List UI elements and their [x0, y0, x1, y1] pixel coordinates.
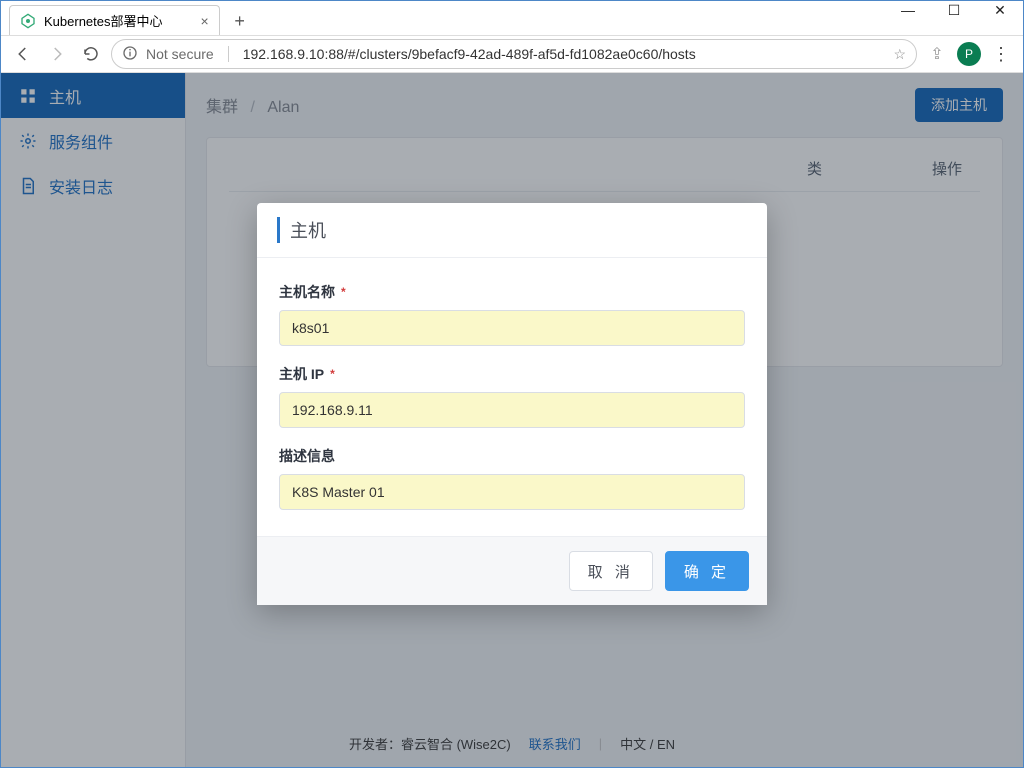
security-status: Not secure — [146, 46, 214, 62]
share-icon[interactable]: ⇪ — [923, 40, 951, 68]
browser-tab[interactable]: Kubernetes部署中心 × — [9, 5, 220, 35]
browser-window: Kubernetes部署中心 × + — ☐ ✕ Not secure 192.… — [0, 0, 1024, 768]
info-icon — [122, 45, 138, 64]
field-hostip: 主机 IP * — [279, 364, 745, 428]
hostip-label: 主机 IP * — [279, 364, 745, 384]
hostip-input[interactable] — [279, 392, 745, 428]
hostname-input[interactable] — [279, 310, 745, 346]
star-icon[interactable]: ☆ — [893, 46, 906, 63]
modal-header: 主机 — [257, 203, 767, 258]
new-tab-button[interactable]: + — [226, 7, 254, 35]
field-hostname: 主机名称 * — [279, 282, 745, 346]
url-text: 192.168.9.10:88/#/clusters/9befacf9-42ad… — [243, 46, 696, 62]
desc-label: 描述信息 — [279, 446, 745, 466]
profile-avatar[interactable]: P — [957, 42, 981, 66]
close-window-button[interactable]: ✕ — [977, 0, 1023, 25]
modal-overlay[interactable]: 主机 主机名称 * 主机 IP * — [1, 73, 1023, 767]
host-modal: 主机 主机名称 * 主机 IP * — [257, 203, 767, 605]
back-button[interactable] — [9, 40, 37, 68]
window-controls: — ☐ ✕ — [885, 0, 1023, 25]
modal-title: 主机 — [277, 217, 747, 243]
forward-button[interactable] — [43, 40, 71, 68]
reload-button[interactable] — [77, 40, 105, 68]
browser-menu-button[interactable]: ⋮ — [987, 40, 1015, 68]
field-desc: 描述信息 — [279, 446, 745, 510]
address-input[interactable]: Not secure 192.168.9.10:88/#/clusters/9b… — [111, 39, 917, 69]
confirm-button[interactable]: 确 定 — [665, 551, 749, 591]
app-body: 主机 服务组件 安装日志 集群 / Alan — [1, 73, 1023, 767]
maximize-button[interactable]: ☐ — [931, 0, 977, 25]
cancel-button[interactable]: 取 消 — [569, 551, 653, 591]
modal-body: 主机名称 * 主机 IP * 描述信息 — [257, 258, 767, 536]
required-icon: * — [341, 285, 346, 299]
modal-footer: 取 消 确 定 — [257, 536, 767, 605]
close-tab-icon[interactable]: × — [201, 13, 209, 29]
hostname-label: 主机名称 * — [279, 282, 745, 302]
separator — [228, 46, 229, 62]
desc-input[interactable] — [279, 474, 745, 510]
minimize-button[interactable]: — — [885, 0, 931, 25]
address-bar: Not secure 192.168.9.10:88/#/clusters/9b… — [1, 35, 1023, 73]
required-icon: * — [330, 367, 335, 381]
tab-title: Kubernetes部署中心 — [44, 11, 163, 30]
k8s-favicon-icon — [20, 13, 36, 29]
tab-strip: Kubernetes部署中心 × + — ☐ ✕ — [1, 1, 1023, 35]
